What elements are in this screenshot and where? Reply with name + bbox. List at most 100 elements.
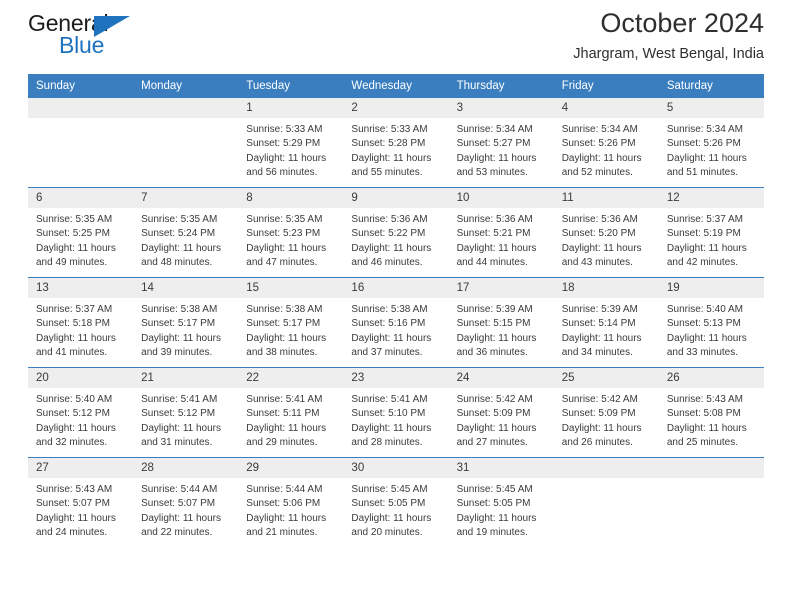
daylight-text-line1: Daylight: 11 hours: [666, 152, 747, 164]
day-details: [133, 118, 238, 123]
daylight-text-line1: Daylight: 11 hours: [561, 242, 642, 254]
calendar-day-cell[interactable]: 23 Sunrise: 5:41 AM Sunset: 5:10 PM Dayligh…: [343, 367, 449, 458]
calendar-day-cell[interactable]: 29 Sunrise: 5:44 AM Sunset: 5:06 PM Dayligh…: [238, 457, 344, 547]
day-details: Sunrise: 5:38 AM Sunset: 5:17 PM Daylight:…: [238, 298, 343, 361]
calendar-day-cell[interactable]: 27 Sunrise: 5:43 AM Sunset: 5:07 PM Dayligh…: [28, 457, 134, 547]
calendar-day-cell[interactable]: 22 Sunrise: 5:41 AM Sunset: 5:11 PM Dayligh…: [238, 367, 344, 458]
calendar-week-row: 6 Sunrise: 5:35 AM Sunset: 5:25 PM Daylight…: [28, 187, 764, 278]
day-number: 19: [658, 278, 764, 298]
sunrise-text: Sunrise: 5:45 AM: [456, 484, 533, 495]
sunset-text: Sunset: 5:29 PM: [246, 138, 321, 150]
calendar-day-cell[interactable]: 10 Sunrise: 5:36 AM Sunset: 5:21 PM Dayligh…: [448, 187, 554, 278]
calendar-week-row: 27 Sunrise: 5:43 AM Sunset: 5:07 PM Dayligh…: [28, 457, 764, 547]
sunrise-text: Sunrise: 5:38 AM: [351, 304, 428, 315]
sunrise-text: Sunrise: 5:38 AM: [141, 304, 218, 315]
day-details: Sunrise: 5:38 AM Sunset: 5:16 PM Daylight:…: [343, 298, 448, 361]
sunset-text: Sunset: 5:26 PM: [666, 138, 741, 150]
daylight-text-line2: and 20 minutes.: [351, 527, 423, 539]
calendar-day-cell[interactable]: 17 Sunrise: 5:39 AM Sunset: 5:15 PM Dayligh…: [448, 277, 554, 368]
calendar-day-cell[interactable]: 21 Sunrise: 5:41 AM Sunset: 5:12 PM Dayligh…: [133, 367, 239, 458]
calendar-day-cell[interactable]: 14 Sunrise: 5:38 AM Sunset: 5:17 PM Dayligh…: [133, 277, 239, 368]
calendar-day-cell[interactable]: 6 Sunrise: 5:35 AM Sunset: 5:25 PM Daylight…: [28, 187, 134, 278]
calendar-day-cell[interactable]: 3 Sunrise: 5:34 AM Sunset: 5:27 PM Daylight…: [448, 98, 554, 188]
calendar-day-cell[interactable]: 1 Sunrise: 5:33 AM Sunset: 5:29 PM Daylight…: [238, 98, 344, 188]
day-details: Sunrise: 5:41 AM Sunset: 5:12 PM Daylight:…: [133, 388, 238, 451]
day-details: Sunrise: 5:33 AM Sunset: 5:29 PM Daylight:…: [238, 118, 343, 181]
calendar-day-cell[interactable]: 12 Sunrise: 5:37 AM Sunset: 5:19 PM Dayligh…: [658, 187, 764, 278]
weekday-header: Sunday Monday Tuesday Wednesday Thursday Frid…: [28, 74, 764, 98]
day-number: 2: [343, 98, 449, 118]
calendar-day-cell[interactable]: 28 Sunrise: 5:44 AM Sunset: 5:07 PM Dayligh…: [133, 457, 239, 547]
daylight-text-line2: and 48 minutes.: [141, 257, 213, 269]
daylight-text-line1: Daylight: 11 hours: [666, 242, 747, 254]
sunrise-text: Sunrise: 5:41 AM: [246, 394, 323, 405]
sunset-text: Sunset: 5:05 PM: [456, 498, 531, 510]
day-details: Sunrise: 5:40 AM Sunset: 5:12 PM Daylight:…: [28, 388, 133, 451]
day-details: Sunrise: 5:34 AM Sunset: 5:26 PM Daylight:…: [659, 118, 764, 181]
calendar-day-cell[interactable]: 18 Sunrise: 5:39 AM Sunset: 5:14 PM Dayligh…: [553, 277, 659, 368]
sunset-text: Sunset: 5:07 PM: [141, 498, 216, 510]
calendar-day-cell[interactable]: 11 Sunrise: 5:36 AM Sunset: 5:20 PM Dayligh…: [553, 187, 659, 278]
daylight-text-line2: and 31 minutes.: [141, 437, 213, 449]
calendar-day-cell[interactable]: 8 Sunrise: 5:35 AM Sunset: 5:23 PM Daylight…: [238, 187, 344, 278]
logo-text-blue: Blue: [59, 32, 105, 58]
daylight-text-line2: and 25 minutes.: [666, 437, 739, 449]
sunset-text: Sunset: 5:23 PM: [246, 228, 321, 240]
daylight-text-line1: Daylight: 11 hours: [351, 422, 432, 434]
day-number: 6: [28, 188, 134, 208]
day-details: Sunrise: 5:41 AM Sunset: 5:10 PM Daylight:…: [343, 388, 448, 451]
daylight-text-line2: and 19 minutes.: [456, 527, 528, 539]
daylight-text-line1: Daylight: 11 hours: [246, 332, 327, 344]
calendar-day-cell[interactable]: 25 Sunrise: 5:42 AM Sunset: 5:09 PM Dayligh…: [553, 367, 659, 458]
calendar-day-cell[interactable]: 9 Sunrise: 5:36 AM Sunset: 5:22 PM Daylight…: [343, 187, 449, 278]
sunrise-text: Sunrise: 5:37 AM: [36, 304, 113, 315]
daylight-text-line2: and 53 minutes.: [456, 167, 528, 179]
daylight-text-line2: and 36 minutes.: [456, 347, 528, 359]
day-details: Sunrise: 5:43 AM Sunset: 5:07 PM Daylight:…: [28, 478, 133, 541]
sunrise-text: Sunrise: 5:41 AM: [351, 394, 428, 405]
calendar-day-cell[interactable]: 31 Sunrise: 5:45 AM Sunset: 5:05 PM Dayligh…: [448, 457, 554, 547]
day-details: Sunrise: 5:36 AM Sunset: 5:20 PM Daylight:…: [554, 208, 659, 271]
calendar-cell-empty: [133, 98, 239, 188]
calendar-day-cell[interactable]: 15 Sunrise: 5:38 AM Sunset: 5:17 PM Dayligh…: [238, 277, 344, 368]
calendar-day-cell[interactable]: 24 Sunrise: 5:42 AM Sunset: 5:09 PM Dayligh…: [448, 367, 554, 458]
daylight-text-line1: Daylight: 11 hours: [561, 332, 642, 344]
sunrise-text: Sunrise: 5:33 AM: [246, 124, 323, 135]
daylight-text-line2: and 27 minutes.: [456, 437, 528, 449]
weekday-header-sunday: Sunday: [28, 74, 134, 98]
sunrise-text: Sunrise: 5:34 AM: [666, 124, 743, 135]
calendar-day-cell[interactable]: 30 Sunrise: 5:45 AM Sunset: 5:05 PM Dayligh…: [343, 457, 449, 547]
calendar-day-cell[interactable]: 2 Sunrise: 5:33 AM Sunset: 5:28 PM Daylight…: [343, 98, 449, 188]
day-details: Sunrise: 5:41 AM Sunset: 5:11 PM Daylight:…: [238, 388, 343, 451]
sunrise-text: Sunrise: 5:38 AM: [246, 304, 323, 315]
calendar-day-cell[interactable]: 16 Sunrise: 5:38 AM Sunset: 5:16 PM Dayligh…: [343, 277, 449, 368]
sunset-text: Sunset: 5:08 PM: [666, 408, 741, 420]
calendar-day-cell[interactable]: 19 Sunrise: 5:40 AM Sunset: 5:13 PM Dayligh…: [658, 277, 764, 368]
day-number: 23: [343, 368, 449, 388]
day-number: 9: [343, 188, 449, 208]
day-details: [554, 478, 659, 483]
calendar-day-cell[interactable]: 26 Sunrise: 5:43 AM Sunset: 5:08 PM Dayligh…: [658, 367, 764, 458]
sunset-text: Sunset: 5:09 PM: [456, 408, 531, 420]
daylight-text-line2: and 43 minutes.: [561, 257, 633, 269]
sunset-text: Sunset: 5:24 PM: [141, 228, 216, 240]
calendar-day-cell[interactable]: 4 Sunrise: 5:34 AM Sunset: 5:26 PM Daylight…: [553, 98, 659, 188]
daylight-text-line2: and 46 minutes.: [351, 257, 423, 269]
day-details: Sunrise: 5:36 AM Sunset: 5:21 PM Daylight:…: [449, 208, 554, 271]
general-blue-logo[interactable]: General Blue: [28, 12, 158, 60]
day-details: Sunrise: 5:37 AM Sunset: 5:19 PM Daylight:…: [659, 208, 764, 271]
daylight-text-line2: and 22 minutes.: [141, 527, 213, 539]
calendar-day-cell[interactable]: 20 Sunrise: 5:40 AM Sunset: 5:12 PM Dayligh…: [28, 367, 134, 458]
calendar-day-cell[interactable]: 5 Sunrise: 5:34 AM Sunset: 5:26 PM Daylight…: [658, 98, 764, 188]
title-block: October 2024 Jhargram, West Bengal, Indi…: [573, 8, 764, 62]
location-subtitle: Jhargram, West Bengal, India: [573, 46, 764, 63]
sunset-text: Sunset: 5:25 PM: [36, 228, 110, 240]
day-number: 24: [448, 368, 554, 388]
day-details: Sunrise: 5:42 AM Sunset: 5:09 PM Daylight:…: [554, 388, 659, 451]
daylight-text-line2: and 38 minutes.: [246, 347, 318, 359]
day-number: 21: [133, 368, 239, 388]
weekday-header-saturday: Saturday: [658, 74, 764, 98]
calendar-day-cell[interactable]: 13 Sunrise: 5:37 AM Sunset: 5:18 PM Dayligh…: [28, 277, 134, 368]
sunrise-text: Sunrise: 5:42 AM: [561, 394, 638, 405]
calendar-day-cell[interactable]: 7 Sunrise: 5:35 AM Sunset: 5:24 PM Daylight…: [133, 187, 239, 278]
